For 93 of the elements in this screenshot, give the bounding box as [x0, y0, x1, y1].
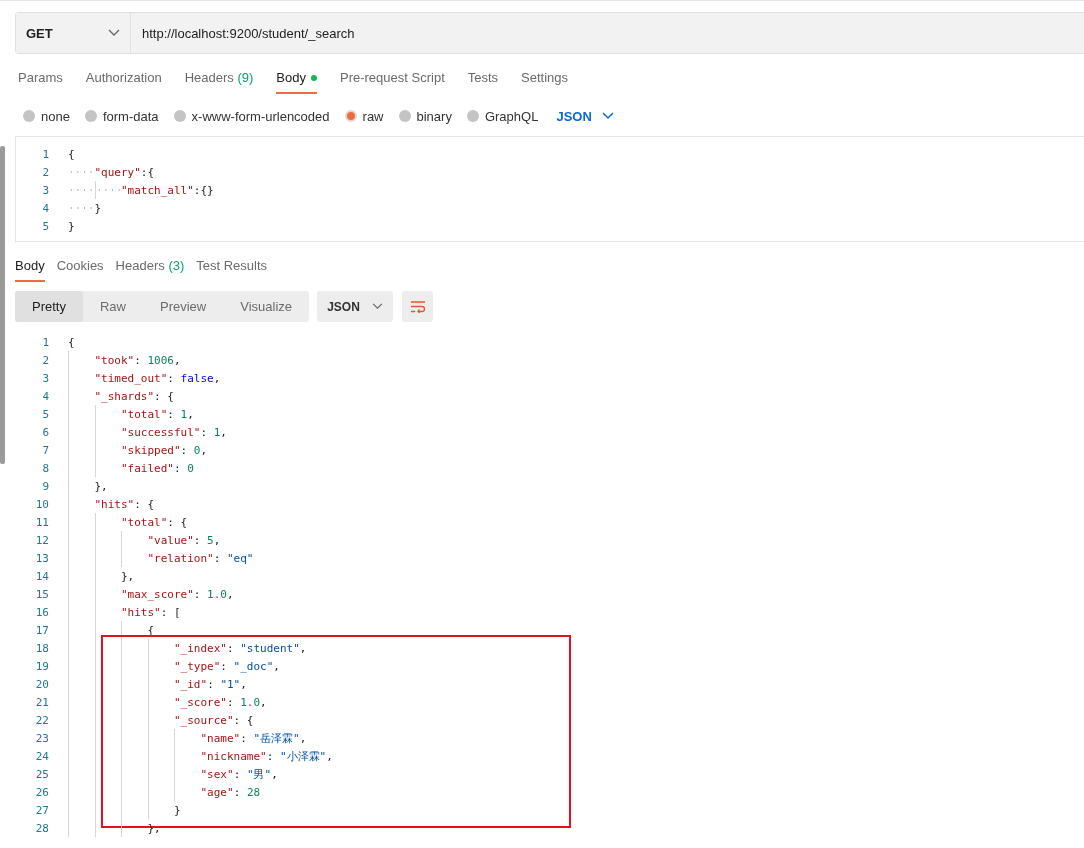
request-body-editor[interactable]: 1 { 2 "query":{ 3 "match_all":{} 4 } 5 } [15, 136, 1084, 242]
format-dropdown[interactable]: JSON [317, 291, 394, 322]
request-tab[interactable]: Settings [521, 70, 569, 94]
line-number: 23 [34, 731, 49, 745]
line-number: 24 [34, 749, 49, 763]
response-tab[interactable]: Cookies [56, 258, 104, 282]
line-number: 25 [34, 767, 49, 781]
code-line: }, [121, 569, 135, 583]
view-mode-tab[interactable]: Pretty [15, 291, 83, 322]
line-number: 11 [34, 515, 49, 529]
body-type-radio[interactable]: form-data [84, 108, 159, 124]
body-type-radio[interactable]: binary [398, 108, 452, 124]
code-line: { [68, 147, 75, 161]
body-type-radio[interactable]: raw [344, 108, 384, 124]
code-line: "name": "岳泽霖", [200, 730, 307, 746]
code-line: "match_all":{} [121, 183, 214, 197]
request-tab[interactable]: Authorization [85, 70, 162, 94]
code-line: "hits": { [94, 497, 155, 511]
line-number: 28 [34, 821, 49, 835]
code-line: "hits": [ [121, 605, 181, 619]
line-number: 4 [41, 389, 49, 403]
line-number: 21 [34, 695, 49, 709]
body-type-radio[interactable]: GraphQL [466, 108, 539, 124]
request-tab[interactable]: Pre-request Script [340, 70, 445, 94]
line-number: 15 [34, 587, 49, 601]
code-line: "max_score": 1.0, [121, 587, 234, 601]
code-line: } [94, 201, 102, 215]
line-number: 3 [41, 183, 49, 197]
body-type-radio[interactable]: x-www-form-urlencoded [173, 108, 330, 124]
line-number: 1 [41, 147, 49, 161]
code-line: "age": 28 [200, 785, 261, 799]
line-number: 9 [41, 479, 49, 493]
line-number: 10 [34, 497, 49, 511]
line-number: 18 [34, 641, 49, 655]
wrap-lines-button[interactable] [402, 291, 434, 322]
line-number: 20 [34, 677, 49, 691]
code-line: "skipped": 0, [121, 443, 208, 457]
code-line: "total": { [121, 515, 188, 529]
line-number: 4 [41, 201, 49, 215]
chevron-down-icon [601, 112, 614, 120]
line-number: 17 [34, 623, 49, 637]
code-line: "query":{ [94, 165, 155, 179]
line-number: 1 [41, 335, 49, 349]
code-line: "_type": "_doc", [174, 659, 280, 673]
request-tab[interactable]: Tests [467, 70, 499, 94]
line-number: 12 [34, 533, 49, 547]
code-line: } [68, 219, 75, 233]
chevron-down-icon [371, 303, 383, 310]
line-number: 6 [41, 425, 49, 439]
code-line: "took": 1006, [94, 353, 181, 367]
wrap-lines-icon [409, 300, 426, 313]
line-number: 16 [34, 605, 49, 619]
response-tab[interactable]: Headers (3) [115, 258, 185, 282]
response-tab[interactable]: Test Results [196, 258, 268, 282]
code-line: "successful": 1, [121, 425, 227, 439]
code-line: "total": 1, [121, 407, 194, 421]
code-line: "timed_out": false, [94, 371, 221, 385]
code-line: "relation": "eq" [147, 551, 254, 565]
request-tab[interactable]: Params [18, 70, 63, 94]
code-line: "_source": { [174, 713, 254, 727]
code-line: "_id": "1", [174, 677, 247, 691]
line-number: 19 [34, 659, 49, 673]
code-line: } [174, 803, 181, 817]
code-line: "value": 5, [147, 533, 221, 547]
view-mode-tab[interactable]: Raw [82, 291, 143, 322]
line-number: 27 [34, 803, 49, 817]
line-number: 2 [41, 165, 49, 179]
line-number: 14 [34, 569, 49, 583]
code-line: "sex": "男", [200, 766, 278, 782]
response-tab[interactable]: Body [15, 258, 45, 282]
line-number: 5 [41, 219, 49, 233]
scrollbar[interactable] [0, 146, 5, 464]
code-line: }, [94, 479, 108, 493]
request-tab[interactable]: Headers (9) [184, 70, 254, 94]
code-line: "nickname": "小泽霖", [200, 748, 333, 764]
code-line: "_index": "student", [174, 641, 307, 655]
line-number: 22 [34, 713, 49, 727]
code-line: "_shards": { [94, 389, 174, 403]
line-number: 13 [34, 551, 49, 565]
code-line: { [68, 335, 75, 349]
line-number: 5 [41, 407, 49, 421]
view-mode-tab[interactable]: Visualize [223, 291, 310, 322]
request-tab[interactable]: Body [276, 70, 317, 94]
code-line: "failed": 0 [121, 461, 194, 475]
line-number: 8 [41, 461, 49, 475]
line-number: 3 [41, 371, 49, 385]
line-number: 2 [41, 353, 49, 367]
code-line: "_score": 1.0, [174, 695, 267, 709]
body-type-radio[interactable]: none [23, 108, 70, 124]
view-mode-tab[interactable]: Preview [143, 291, 224, 322]
line-number: 26 [34, 785, 49, 799]
line-number: 7 [41, 443, 49, 457]
format-dropdown[interactable]: JSON [556, 108, 614, 124]
